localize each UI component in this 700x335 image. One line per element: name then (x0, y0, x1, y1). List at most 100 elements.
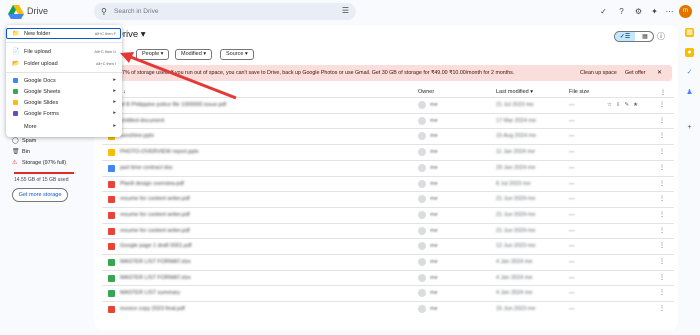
owner-avatar (418, 305, 426, 314)
owner-avatar (418, 226, 426, 235)
menu-item-more[interactable]: More ▸ (6, 121, 122, 132)
keep-icon[interactable]: ● (685, 48, 694, 57)
row-more-options-icon[interactable]: ⋮ (659, 164, 665, 171)
file-upload-icon: 📄 (12, 49, 20, 55)
file-modified: 29 Jan 2024 me (496, 164, 536, 171)
search-icon[interactable]: ⚲ (101, 7, 107, 16)
storage-usage-text: 14.55 GB of 15 GB used (14, 177, 69, 183)
table-row[interactable]: MASTER LIST summary me 4 Jan 2024 me — ⋮ (102, 285, 674, 301)
avatar[interactable]: m (679, 5, 692, 18)
warning-icon: ⚠ (12, 160, 18, 166)
row-more-options-icon[interactable]: ⋮ (659, 242, 665, 249)
table-row[interactable]: resume for content writer.pdf me 21 Jun 20… (102, 222, 674, 239)
get-offer-button[interactable]: Get offer (625, 70, 646, 76)
menu-shortcut: Alt+C then I (96, 61, 116, 66)
file-modified: 17 Mar 2024 me (496, 117, 537, 124)
menu-divider (6, 42, 122, 43)
row-more-options-icon[interactable]: ⋮ (659, 227, 665, 234)
menu-item-google-sheets[interactable]: Google Sheets ▸ (6, 86, 122, 97)
google-slides-icon (13, 100, 18, 105)
pdf-file-icon (108, 180, 115, 188)
settings-gear-icon[interactable]: ⚙ (633, 6, 644, 17)
more-options-icon[interactable]: ⋮ (660, 89, 666, 96)
search-input[interactable] (114, 6, 314, 17)
help-icon[interactable]: ? (616, 6, 627, 17)
sheet-file-icon (108, 290, 115, 298)
file-modified: 8 Jul 2023 me (496, 180, 531, 187)
row-more-options-icon[interactable]: ⋮ (659, 101, 665, 108)
file-owner: me (430, 259, 438, 265)
column-header-owner[interactable]: Owner (418, 89, 434, 95)
file-modified: 15 Jun 2023 me (496, 306, 536, 313)
row-more-options-icon[interactable]: ⋮ (659, 289, 665, 296)
menu-item-google-forms[interactable]: Google Forms ▸ (6, 108, 122, 119)
row-more-options-icon[interactable]: ⋮ (659, 195, 665, 202)
drive-logo-icon[interactable] (8, 5, 24, 19)
menu-item-folder-upload[interactable]: 📂 Folder upload Alt+C then I (6, 58, 122, 69)
file-modified: 21 Jun 2024 me (496, 227, 536, 234)
table-row[interactable]: MASTER LIST FORMAT.xlsx me 4 Jan 2024 me — ⋮ (102, 254, 674, 270)
menu-shortcut: Alt+C then U (94, 49, 116, 54)
file-owner: me (430, 149, 438, 156)
menu-item-google-docs[interactable]: Google Docs ▸ (6, 75, 122, 86)
file-size: — (569, 290, 575, 297)
row-more-options-icon[interactable]: ⋮ (659, 258, 665, 265)
column-header-last-modified[interactable]: Last modified ▾ (496, 89, 533, 95)
menu-item-google-slides[interactable]: Google Slides ▸ (6, 97, 122, 108)
sidebar-item-label: Bin (22, 149, 30, 155)
table-row[interactable]: resume for content writer.pdf me 21 Jun 20… (102, 191, 674, 207)
table-row[interactable]: PHOTO-OVERVIEW report.pptx me 11 Jan 2024 … (102, 144, 674, 160)
row-more-options-icon[interactable]: ⋮ (659, 148, 665, 155)
file-owner: me (430, 180, 438, 187)
row-more-options-icon[interactable]: ⋮ (659, 305, 665, 312)
row-more-options-icon[interactable]: ⋮ (659, 180, 665, 187)
sidebar-item-storage[interactable]: ⚠ Storage (97% full) (12, 159, 66, 166)
file-modified: 21 Jul 2023 me (496, 102, 534, 108)
owner-avatar (418, 132, 426, 141)
tasks-icon[interactable]: ✓ (685, 68, 694, 77)
file-owner: me (430, 274, 438, 281)
clean-up-space-button[interactable]: Clean up space (580, 70, 617, 76)
file-size: — (569, 259, 575, 265)
file-size: — (569, 117, 575, 124)
list-view-icon[interactable]: ✓☰ (615, 32, 635, 41)
file-name: Untitled document (120, 117, 165, 124)
table-row[interactable]: sunshine.pptx me 15 Aug 2024 me — ⋮ (102, 128, 674, 144)
contacts-icon[interactable]: ♟ (685, 88, 694, 97)
table-row[interactable]: resume for content writer.pdf me 21 Jun 20… (102, 206, 674, 223)
sidebar-item-bin[interactable]: 🗑 Bin (12, 148, 30, 155)
file-owner: me (430, 133, 438, 140)
calendar-icon[interactable]: ▦ (685, 28, 694, 37)
table-row[interactable]: Google page 1 draft 0001.pdf me 12 Jun 202… (102, 238, 674, 254)
gemini-sparkle-icon[interactable]: ✦ (649, 6, 660, 17)
grid-view-icon[interactable]: ▦ (635, 32, 653, 41)
table-row[interactable]: MASTER LIST FORMAT.xlsx me 4 Jan 2024 me — ⋮ (102, 269, 674, 286)
sidebar-item-label: Spam (22, 138, 37, 144)
table-row[interactable]: Untitled document me 17 Mar 2024 me — ⋮ (102, 112, 674, 129)
row-quick-actions[interactable]: ☆⇩✎★ (607, 102, 642, 108)
get-more-storage-button[interactable]: Get more storage (12, 188, 68, 202)
chevron-right-icon: ▸ (113, 99, 116, 105)
file-size: — (569, 306, 575, 313)
column-header-file-size[interactable]: File size (569, 89, 589, 95)
sidebar-item-spam[interactable]: ◯ Spam (12, 137, 36, 144)
search-bar[interactable]: ⚲ ☰ (94, 3, 356, 20)
apps-grid-icon[interactable]: ⋯ (664, 6, 675, 17)
info-icon[interactable]: ⓘ (657, 31, 665, 42)
row-more-options-icon[interactable]: ⋮ (659, 274, 665, 281)
table-row[interactable]: part time contract doc me 29 Jan 2024 me — ⋮ (102, 159, 674, 176)
row-more-options-icon[interactable]: ⋮ (659, 117, 665, 124)
row-more-options-icon[interactable]: ⋮ (659, 132, 665, 139)
file-name: MASTER LIST summary (120, 290, 181, 297)
menu-item-new-folder[interactable]: 📁 New folder Alt+C then F (6, 28, 122, 39)
menu-item-label: More (24, 124, 37, 130)
menu-item-file-upload[interactable]: 📄 File upload Alt+C then U (6, 46, 122, 57)
table-row[interactable]: PlanIt design overview.pdf me 8 Jul 2023 m… (102, 175, 674, 192)
table-row[interactable]: invoice copy 2023 final.pdf me 15 Jun 2023… (102, 301, 674, 317)
add-addon-icon[interactable]: + (685, 123, 694, 132)
search-options-icon[interactable]: ☰ (342, 6, 349, 15)
ready-offline-icon[interactable]: ✓ (598, 6, 609, 17)
close-icon[interactable]: ✕ (657, 69, 662, 76)
row-more-options-icon[interactable]: ⋮ (659, 211, 665, 218)
file-modified: 4 Jan 2024 me (496, 259, 533, 265)
